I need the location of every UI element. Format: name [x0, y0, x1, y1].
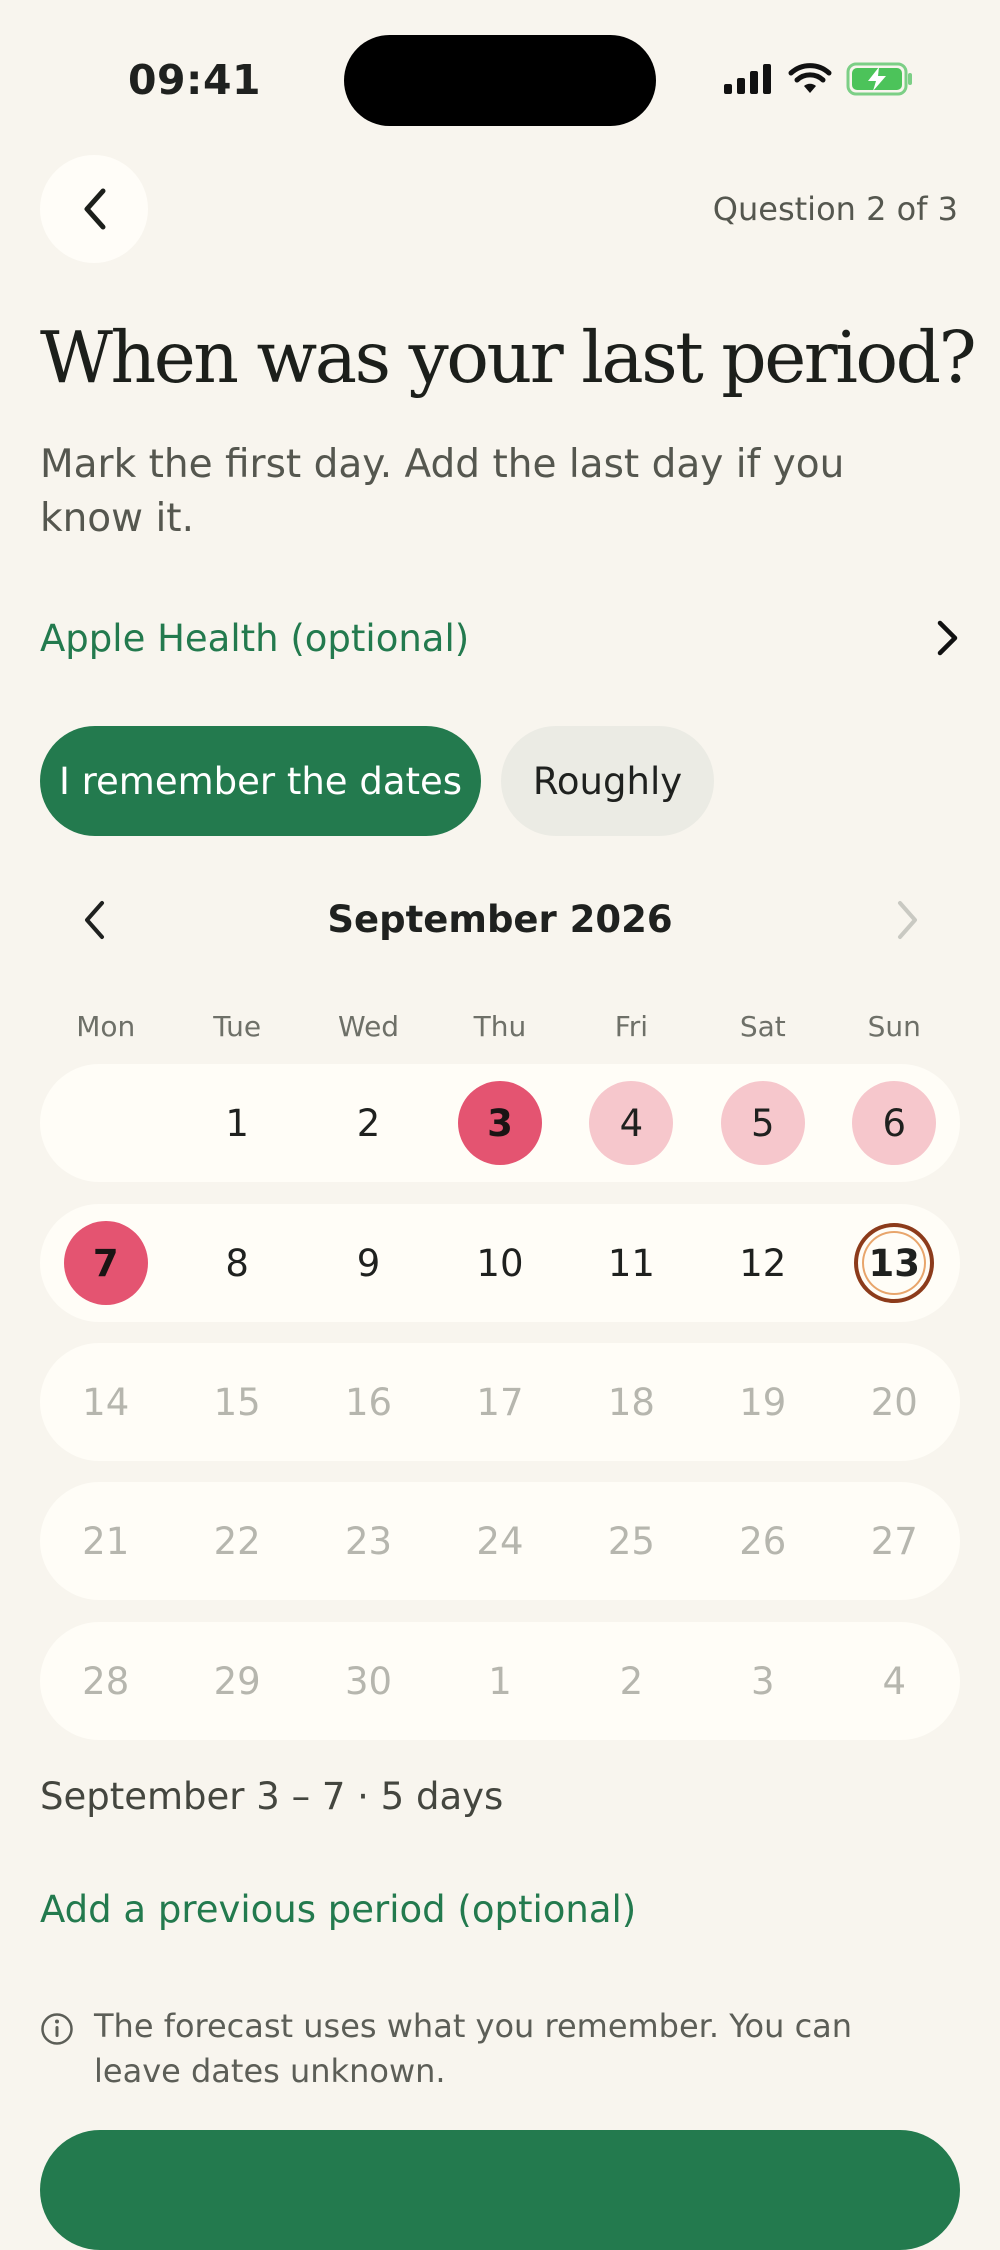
calendar-day-period-start[interactable]: 3 [434, 1064, 565, 1182]
calendar-day[interactable]: 2 [303, 1064, 434, 1182]
calendar-day-disabled: 15 [213, 1380, 261, 1424]
next-month-button[interactable] [888, 896, 928, 944]
continue-button[interactable] [40, 2130, 960, 2250]
calendar-day-outside-month: 4 [882, 1659, 907, 1703]
wifi-icon [788, 63, 832, 93]
chevron-right-icon [937, 620, 958, 656]
weekday-label: Wed [338, 1010, 400, 1043]
calendar-day-disabled: 18 [607, 1380, 655, 1424]
calendar-day[interactable]: 9 [303, 1204, 434, 1322]
calendar-day-empty [40, 1064, 171, 1182]
calendar-week: 7 8 9 10 11 12 13 [40, 1204, 960, 1322]
calendar-day-disabled: 29 [213, 1659, 261, 1703]
calendar-day-outside-month: 1 [488, 1659, 512, 1703]
chevron-right-icon [898, 901, 917, 939]
calendar-week: 28 29 30 1 2 3 4 [40, 1622, 960, 1740]
page-title: When was your last period? [40, 316, 977, 399]
calendar-day-disabled: 20 [870, 1380, 918, 1424]
status-icons [724, 62, 914, 96]
calendar-day-disabled: 24 [476, 1519, 524, 1563]
battery-charging-icon [846, 62, 912, 96]
dynamic-island [344, 35, 656, 126]
calendar-day-period[interactable]: 5 [697, 1064, 828, 1182]
calendar-day-disabled: 21 [82, 1519, 130, 1563]
roughly-toggle[interactable]: Roughly [501, 726, 714, 836]
weekday-label: Sun [867, 1010, 921, 1043]
calendar-day-disabled: 23 [345, 1519, 393, 1563]
calendar-week: 1 2 3 4 5 6 [40, 1064, 960, 1182]
weekday-label: Fri [614, 1010, 649, 1043]
question-progress: Question 2 of 3 [712, 190, 958, 228]
calendar-day-disabled: 25 [607, 1519, 655, 1563]
calendar-day-disabled: 22 [213, 1519, 261, 1563]
weekday-label: Thu [473, 1010, 527, 1043]
chevron-left-icon [84, 188, 106, 230]
weekday-label: Sat [739, 1010, 786, 1043]
month-title: September 2026 [327, 898, 673, 941]
weekday-header: Mon Tue Wed Thu Fri Sat Sun [40, 1010, 960, 1043]
calendar-day-disabled: 30 [345, 1659, 393, 1703]
calendar-day-today[interactable]: 13 [829, 1204, 960, 1322]
weekday-label: Mon [76, 1010, 136, 1043]
calendar-day-disabled: 28 [82, 1659, 130, 1703]
signal-icon [724, 64, 771, 94]
previous-month-button[interactable] [74, 896, 114, 944]
weekday-label: Tue [213, 1010, 262, 1043]
calendar-day[interactable]: 1 [171, 1064, 302, 1182]
calendar-day-period[interactable]: 4 [566, 1064, 697, 1182]
info-icon [41, 2013, 73, 2045]
calendar-day-period[interactable]: 6 [829, 1064, 960, 1182]
calendar-day-disabled: 27 [870, 1519, 918, 1563]
back-button[interactable] [40, 155, 148, 263]
calendar-day-outside-month: 3 [751, 1659, 775, 1703]
calendar-day-disabled: 19 [739, 1380, 787, 1424]
apple-health-row[interactable]: Apple Health (optional) [40, 612, 960, 664]
calendar-day-disabled: 14 [82, 1380, 130, 1424]
info-note: The forecast uses what you remember. You… [40, 2004, 940, 2094]
calendar-day[interactable]: 8 [171, 1204, 302, 1322]
calendar-day[interactable]: 10 [434, 1204, 565, 1322]
calendar-day[interactable]: 11 [566, 1204, 697, 1322]
calendar-week: 14 15 16 17 18 19 20 [40, 1343, 960, 1461]
chevron-left-icon [85, 901, 104, 939]
calendar-day-period-end[interactable]: 7 [40, 1204, 171, 1322]
calendar-day-disabled: 26 [739, 1519, 787, 1563]
remember-dates-toggle[interactable]: I remember the dates [40, 726, 481, 836]
add-previous-period-link[interactable]: Add a previous period (optional) [40, 1888, 636, 1931]
apple-health-label: Apple Health (optional) [40, 616, 470, 660]
info-text: The forecast uses what you remember. You… [94, 2007, 853, 2090]
calendar-day[interactable]: 12 [697, 1204, 828, 1322]
status-time: 09:41 [128, 56, 262, 104]
page-subtitle: Mark the first day. Add the last day if … [40, 442, 845, 541]
selected-range-summary: September 3 – 7 · 5 days [40, 1775, 504, 1818]
calendar-day-outside-month: 2 [619, 1659, 644, 1703]
calendar-week: 21 22 23 24 25 26 27 [40, 1482, 960, 1600]
calendar-day-disabled: 16 [345, 1380, 393, 1424]
calendar-day-disabled: 17 [476, 1380, 524, 1424]
